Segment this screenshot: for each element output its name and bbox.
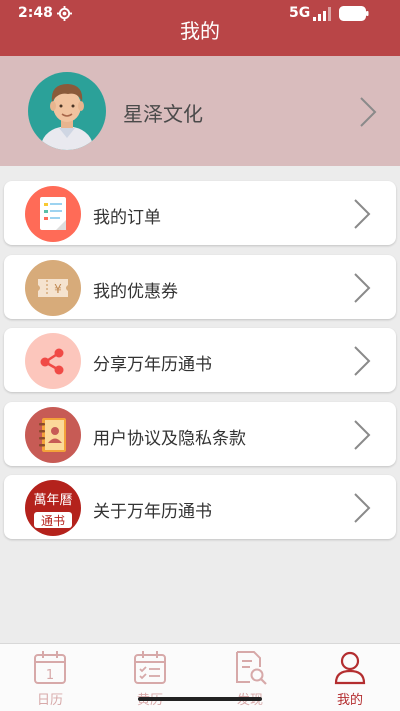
profile-card[interactable]: 星泽文化 xyxy=(0,56,400,166)
coupon-currency: ¥ xyxy=(54,282,62,296)
avatar[interactable] xyxy=(28,72,106,150)
coupon-icon: ¥ xyxy=(25,260,81,316)
tab-calendar[interactable]: 1 日历 xyxy=(0,644,100,711)
menu-item-agreement[interactable]: 用户协议及隐私条款 xyxy=(4,402,396,466)
chevron-right-icon xyxy=(354,346,371,376)
logo-text-top: 萬年曆 xyxy=(33,493,72,508)
menu-item-coupons[interactable]: ¥ 我的优惠券 xyxy=(4,255,396,319)
chevron-right-icon xyxy=(360,97,377,127)
home-indicator[interactable] xyxy=(138,697,262,701)
chevron-right-icon xyxy=(354,199,371,229)
page-title: 我的 xyxy=(180,19,220,43)
search-document-icon xyxy=(236,651,267,685)
chevron-right-icon xyxy=(354,493,371,523)
tab-label: 我的 xyxy=(336,693,363,708)
profile-name: 星泽文化 xyxy=(123,102,203,126)
menu-label: 关于万年历通书 xyxy=(93,502,212,522)
menu-item-about[interactable]: 萬年曆 通书 关于万年历通书 xyxy=(4,475,396,539)
menu-item-orders[interactable]: 我的订单 xyxy=(4,181,396,245)
orders-icon xyxy=(25,186,81,242)
tab-label: 日历 xyxy=(36,693,63,708)
menu-label: 用户协议及隐私条款 xyxy=(93,429,246,449)
tab-mine[interactable]: 我的 xyxy=(300,644,400,711)
menu-label: 分享万年历通书 xyxy=(93,355,212,375)
chevron-right-icon xyxy=(354,420,371,450)
logo-text-bottom: 通书 xyxy=(41,514,65,528)
app-logo: 萬年曆 通书 xyxy=(25,480,81,536)
top-bar: 2:48 5G 我的 xyxy=(0,0,400,56)
menu-label: 我的订单 xyxy=(93,208,161,228)
menu-label: 我的优惠券 xyxy=(93,282,178,302)
chevron-right-icon xyxy=(354,273,371,303)
checklist-calendar-icon xyxy=(134,651,166,684)
menu-item-share[interactable]: 分享万年历通书 xyxy=(4,328,396,392)
contact-book-icon xyxy=(25,407,81,463)
user-avatar-icon xyxy=(40,84,94,150)
calendar-icon: 1 xyxy=(34,651,66,684)
share-icon xyxy=(25,333,81,389)
calendar-day-number: 1 xyxy=(46,668,54,683)
user-icon xyxy=(334,651,366,685)
